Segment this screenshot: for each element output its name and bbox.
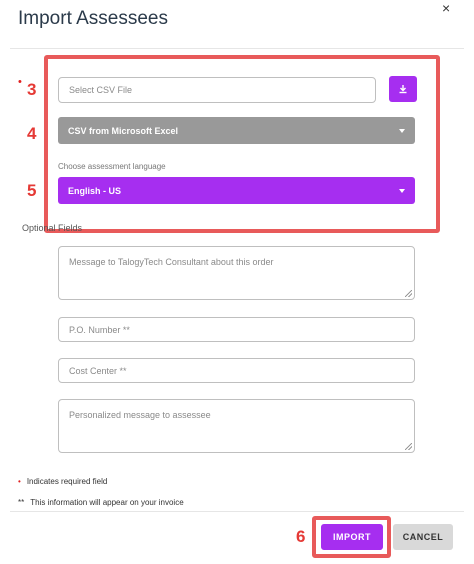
po-number-input[interactable]: P.O. Number ** xyxy=(58,317,415,342)
resize-handle-icon[interactable] xyxy=(405,443,412,450)
chevron-down-icon xyxy=(399,188,405,193)
download-icon xyxy=(399,85,407,94)
csv-file-placeholder: Select CSV File xyxy=(69,85,133,95)
csv-file-input[interactable]: Select CSV File xyxy=(58,77,376,103)
assessee-message-placeholder: Personalized message to assessee xyxy=(69,410,211,420)
invoice-note: ** This information will appear on your … xyxy=(18,498,184,507)
language-label: Choose assessment language xyxy=(58,162,166,171)
annotation-step-4: 4 xyxy=(27,124,37,143)
cancel-button[interactable]: CANCEL xyxy=(393,524,453,550)
import-button[interactable]: IMPORT xyxy=(321,524,383,550)
file-format-select[interactable]: CSV from Microsoft Excel xyxy=(58,117,415,144)
annotation-step-5: 5 xyxy=(27,181,37,200)
chevron-down-icon xyxy=(399,128,405,133)
dialog-title: Import Assessees xyxy=(18,8,168,29)
optional-fields-label: Optional Fields xyxy=(22,223,83,233)
required-star: • xyxy=(18,477,21,486)
assessee-message-textarea[interactable]: Personalized message to assessee xyxy=(58,399,415,453)
required-field-note: • Indicates required field xyxy=(18,477,107,486)
annotation-step-6: 6 xyxy=(296,527,306,546)
consultant-message-textarea[interactable]: Message to TalogyTech Consultant about t… xyxy=(58,246,415,300)
annotation-step-3: 3 xyxy=(27,80,37,99)
invoice-text: This information will appear on your inv… xyxy=(30,498,184,507)
required-field-text: Indicates required field xyxy=(26,477,108,486)
cost-center-placeholder: Cost Center ** xyxy=(69,365,127,376)
language-select[interactable]: English - US xyxy=(58,177,415,204)
cost-center-input[interactable]: Cost Center ** xyxy=(58,358,415,383)
download-button[interactable] xyxy=(389,76,417,102)
file-format-value: CSV from Microsoft Excel xyxy=(68,125,179,136)
required-marker: • xyxy=(18,76,22,88)
resize-handle-icon[interactable] xyxy=(405,290,412,297)
po-number-placeholder: P.O. Number ** xyxy=(69,324,130,335)
import-assessees-dialog: Import Assessees × • 3 4 5 Select CSV Fi… xyxy=(0,0,474,564)
language-value: English - US xyxy=(68,185,122,196)
consultant-message-placeholder: Message to TalogyTech Consultant about t… xyxy=(69,257,274,267)
invoice-marker: ** xyxy=(18,498,25,507)
close-icon[interactable]: × xyxy=(442,0,450,16)
footer-divider xyxy=(10,511,464,512)
header-divider xyxy=(10,48,464,49)
